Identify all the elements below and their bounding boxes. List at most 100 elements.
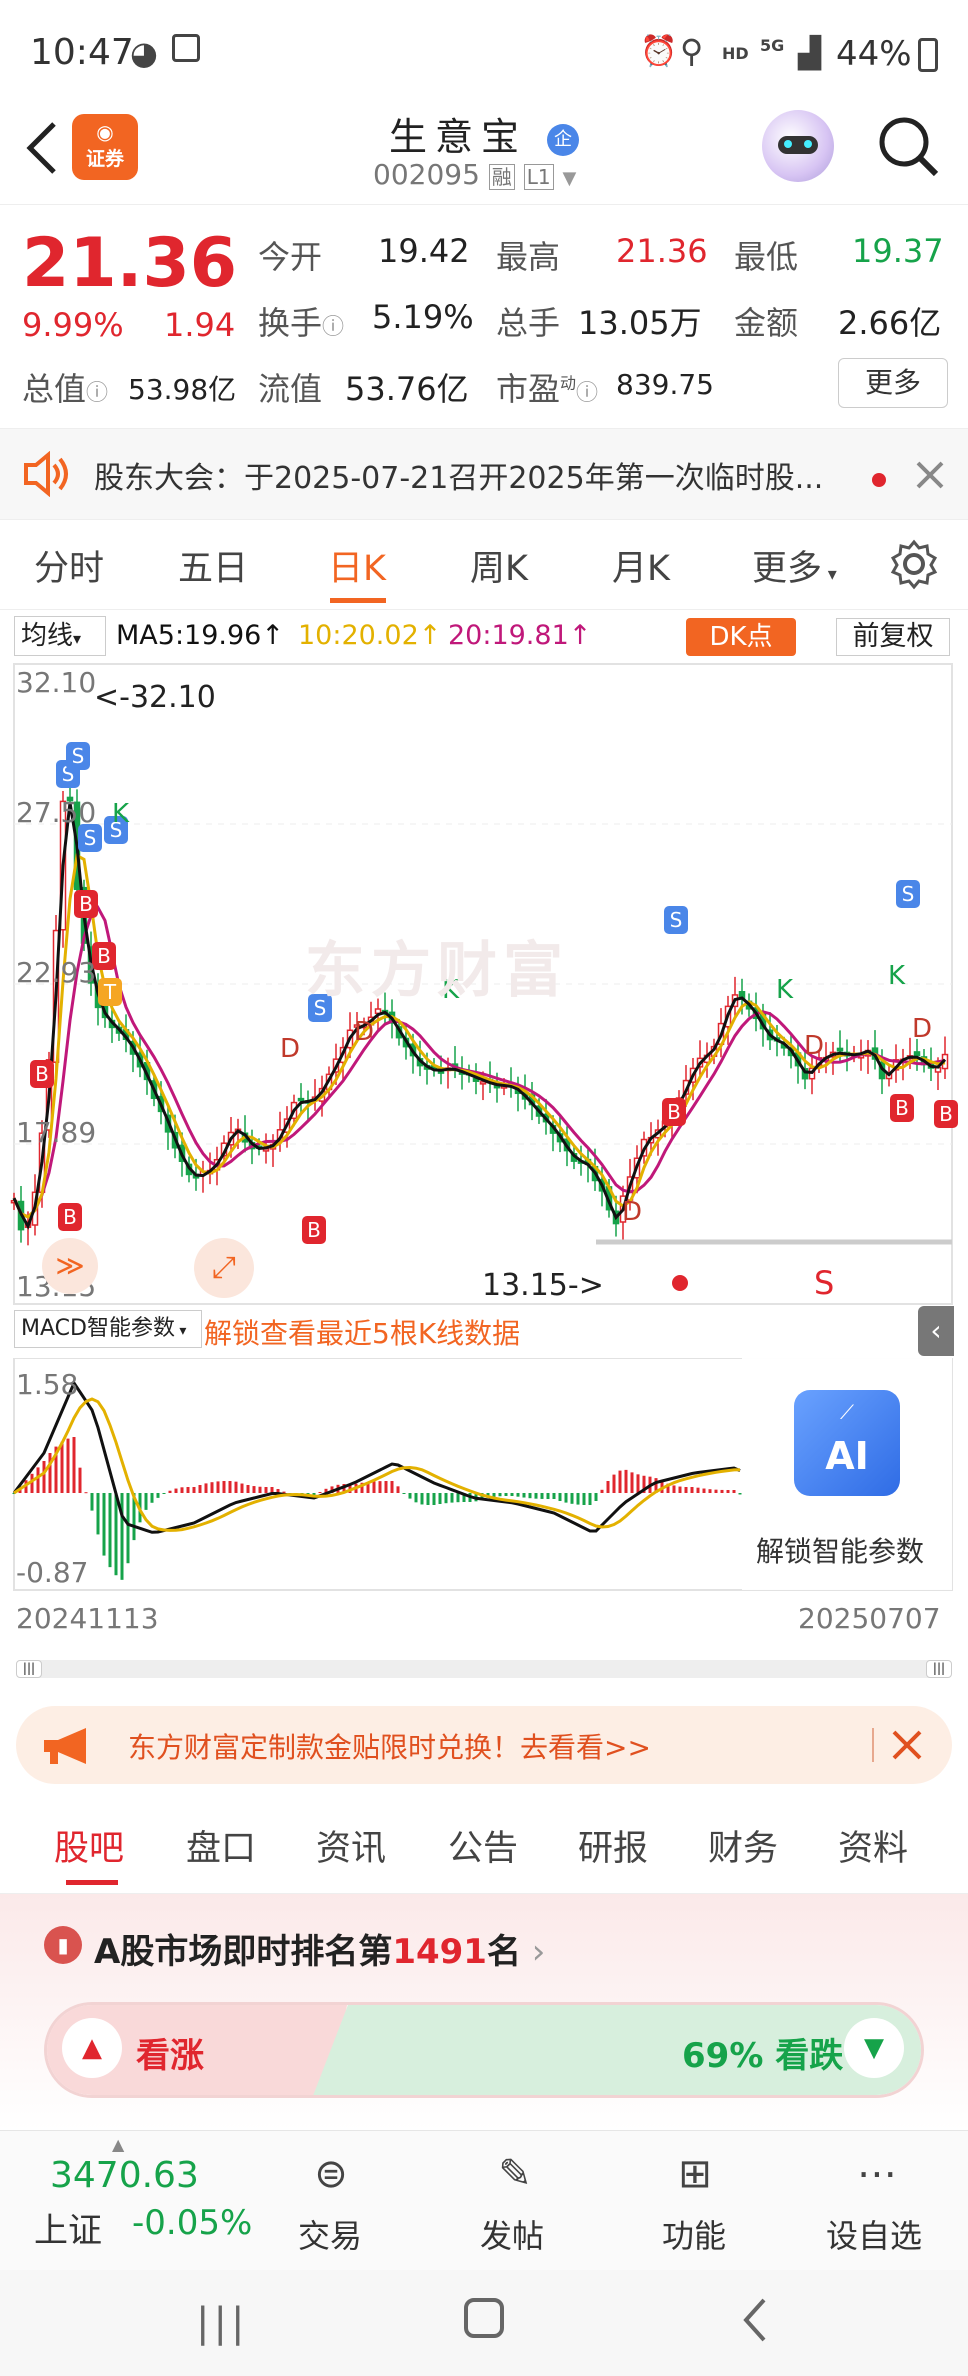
- macd-bar: [678, 1486, 682, 1493]
- bull-label[interactable]: 看涨: [136, 2028, 204, 2077]
- macd-bar: [396, 1486, 400, 1493]
- tab-daily-k[interactable]: 日K: [328, 540, 386, 591]
- turnover-value: 5.19%: [372, 298, 474, 336]
- k-signal-label: K: [112, 799, 130, 829]
- total-cap-value: 53.98亿: [128, 373, 237, 406]
- bull-button[interactable]: ▲: [62, 2018, 122, 2078]
- ma20-legend: 20:19.81↑: [448, 620, 591, 651]
- d-signal-label: D: [354, 1017, 374, 1047]
- bear-label[interactable]: 69% 看跌: [682, 2028, 843, 2077]
- macd-selector[interactable]: MACD智能参数 ▾: [14, 1310, 202, 1348]
- index-value[interactable]: 3470.63: [50, 2155, 199, 2196]
- index-change[interactable]: -0.05%: [132, 2203, 252, 2243]
- bear-button[interactable]: ▼: [844, 2018, 904, 2078]
- tab-intraday[interactable]: 分时: [34, 540, 104, 591]
- search-icon[interactable]: [876, 114, 942, 180]
- settings-gear-icon[interactable]: [888, 538, 940, 590]
- macd-bar: [378, 1481, 382, 1493]
- rank-chart-icon: ▮: [44, 1926, 82, 1964]
- macd-bar: [402, 1493, 406, 1494]
- back-nav-icon[interactable]: [740, 2296, 770, 2346]
- promo-banner[interactable]: 东方财富定制款金贴限时兑换！去看看>>: [16, 1706, 952, 1784]
- robot-assistant-icon[interactable]: [762, 110, 834, 182]
- close-icon[interactable]: [914, 459, 946, 491]
- close-icon[interactable]: [890, 1728, 924, 1762]
- candle-body: [913, 1051, 921, 1057]
- stock-code-row[interactable]: 002095 融 L1 ▼: [373, 158, 576, 191]
- tab-five-day[interactable]: 五日: [178, 540, 248, 591]
- macd-bar: [444, 1493, 448, 1504]
- info-icon[interactable]: ⓘ: [322, 315, 344, 340]
- tab-weekly-k[interactable]: 周K: [470, 540, 528, 591]
- scroll-handle-left[interactable]: |||: [16, 1660, 42, 1678]
- active-tab-indicator: [66, 1880, 118, 1885]
- ai-icon[interactable]: ⟋ AI: [794, 1390, 900, 1496]
- index-name[interactable]: 上证: [34, 2203, 102, 2252]
- macd-bar: [426, 1493, 430, 1505]
- kline-svg[interactable]: BBSSS SBBTSBSBSB BDDDDDKK K K S: [0, 662, 968, 1372]
- grid-icon[interactable]: ⊞: [660, 2151, 730, 2203]
- home-icon[interactable]: [464, 2298, 504, 2338]
- chart-scrollbar[interactable]: ||| |||: [16, 1660, 952, 1678]
- forward-icon[interactable]: ≫: [42, 1238, 98, 1294]
- battery-text: 44%: [836, 34, 912, 74]
- more-button[interactable]: 更多: [838, 358, 948, 408]
- tab-news[interactable]: 资讯: [316, 1820, 386, 1871]
- macd-unlock-link[interactable]: 解锁查看最近5根K线数据: [204, 1312, 520, 1352]
- app-bar: ◉ 证券 生意宝 企 002095 融 L1 ▼: [0, 100, 968, 205]
- tab-pankou[interactable]: 盘口: [186, 1820, 256, 1871]
- tab-announcement[interactable]: 公告: [448, 1820, 518, 1871]
- y-label-4: 17.89: [16, 1116, 97, 1149]
- macd-bar: [246, 1485, 250, 1493]
- turnover-label-text: 换手: [258, 304, 323, 342]
- recent-apps-icon[interactable]: |||: [196, 2300, 248, 2346]
- nav-post[interactable]: 发帖: [480, 2211, 544, 2257]
- ma-selector[interactable]: 均线▾: [14, 616, 106, 656]
- info-icon[interactable]: ⓘ: [86, 381, 108, 406]
- pe-label-text: 市盈: [496, 370, 561, 408]
- notice-bar[interactable]: 股东大会：于2025-07-21召开2025年第一次临时股...: [0, 428, 968, 520]
- macd-bar: [516, 1493, 520, 1497]
- nav-add-watchlist[interactable]: 设自选: [826, 2211, 922, 2257]
- nav-functions[interactable]: 功能: [662, 2211, 726, 2257]
- macd-bar: [408, 1493, 412, 1499]
- collapse-panel-icon[interactable]: ‹: [918, 1306, 954, 1356]
- rank-prefix: A股市场即时排名第: [94, 1932, 393, 1972]
- macd-bar: [180, 1487, 184, 1493]
- macd-bar: [198, 1485, 202, 1493]
- signal-icon: ▟: [798, 36, 822, 71]
- tab-profile[interactable]: 资料: [838, 1820, 908, 1871]
- expand-icon[interactable]: ⤢: [194, 1238, 254, 1298]
- macd-bar: [78, 1467, 82, 1493]
- tab-guba[interactable]: 股吧: [54, 1820, 124, 1871]
- macd-bar: [504, 1493, 508, 1496]
- macd-bar: [684, 1487, 688, 1493]
- tab-monthly-k[interactable]: 月K: [612, 540, 670, 591]
- macd-bar: [546, 1493, 550, 1499]
- tab-more[interactable]: 更多 ▾: [752, 540, 837, 591]
- macd-bar: [186, 1487, 190, 1493]
- macd-bar: [228, 1481, 232, 1493]
- macd-bar: [576, 1493, 580, 1505]
- compose-icon[interactable]: ✎: [480, 2151, 550, 2203]
- ai-unlock-label: 解锁智能参数: [756, 1535, 925, 1568]
- more-dots-icon[interactable]: ⋯: [842, 2151, 912, 2203]
- macd-bar: [726, 1490, 730, 1493]
- adjust-button[interactable]: 前复权: [836, 618, 950, 656]
- status-time: 10:47: [30, 32, 134, 73]
- total-cap-label-text: 总值: [22, 370, 87, 408]
- macd-bar: [252, 1486, 256, 1493]
- scroll-handle-right[interactable]: |||: [926, 1660, 952, 1678]
- nav-trade[interactable]: 交易: [298, 2211, 362, 2257]
- info-icon[interactable]: ⓘ: [576, 381, 598, 406]
- macd-bar: [720, 1489, 724, 1493]
- tab-finance[interactable]: 财务: [708, 1820, 778, 1871]
- bs-marker-label: S: [902, 882, 915, 906]
- dk-point-button[interactable]: DK点: [686, 618, 796, 656]
- trade-icon[interactable]: ⊜: [296, 2151, 366, 2203]
- k-signal-label: K: [888, 961, 906, 991]
- macd-bar: [84, 1492, 88, 1494]
- tab-research[interactable]: 研报: [578, 1820, 648, 1871]
- red-dot-marker: [672, 1275, 688, 1291]
- rank-text[interactable]: A股市场即时排名第1491名 ›: [94, 1924, 545, 1973]
